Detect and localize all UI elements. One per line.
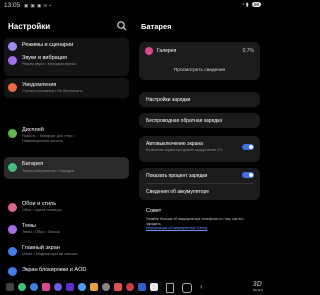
recent-apps-icon[interactable] — [166, 283, 174, 293]
themes-icon — [8, 225, 17, 234]
notifications-icon — [8, 83, 17, 92]
auto-lock-toggle[interactable] — [242, 144, 254, 150]
search-icon[interactable] — [116, 20, 128, 32]
wallpaper-icon — [8, 203, 17, 212]
settings-title: Настройки — [8, 22, 51, 31]
messages-icon[interactable] — [30, 283, 38, 291]
display-icon — [8, 129, 17, 138]
battery-detail-panel: Батарея Галерея 0,7% Просмотреть сведени… — [135, 12, 265, 279]
phone-icon[interactable] — [18, 283, 26, 291]
settings-item-battery[interactable]: Батарея Энергосбережение • Зарядка — [4, 157, 129, 179]
status-notification-icons: ▣ ▣ ▣ ✉ • — [24, 3, 52, 8]
advice-title: Совет — [146, 208, 162, 214]
gallery-percent: 0,7% — [242, 48, 254, 54]
settings-app-icon[interactable] — [102, 283, 110, 291]
app-icon-7[interactable] — [150, 283, 158, 291]
gallery-icon[interactable] — [42, 283, 50, 291]
sound-icon — [8, 56, 17, 65]
app-icon-4[interactable] — [114, 283, 122, 291]
settings-item-notifications[interactable]: Уведомления — [22, 82, 56, 88]
battery-settings-icon — [8, 163, 17, 172]
app-icon-6[interactable] — [138, 283, 146, 291]
apps-icon[interactable] — [6, 283, 14, 291]
battery-title: Батарея — [141, 22, 172, 31]
wifi-icon: ◔ — [241, 2, 245, 8]
show-percent-label: Показать процент зарядки — [146, 173, 208, 179]
settings-group-2: Уведомления Строка состояния • Не беспок… — [4, 78, 129, 98]
view-details-button[interactable]: Просмотреть сведения — [139, 68, 260, 73]
battery-options-card: Показать процент зарядки Сведения об акк… — [139, 168, 260, 200]
settings-list-panel: Настройки Режимы и сценарии Звуки и вибр… — [0, 12, 133, 279]
status-bar: 13:05 ▣ ▣ ▣ ✉ • ◔ ▮ 80 — [0, 0, 265, 12]
battery-icon: 80 — [251, 2, 261, 7]
advice-text: Узнайте больше об аккумуляторе телефона … — [146, 217, 244, 226]
app-icon-1[interactable] — [66, 283, 74, 291]
charging-settings-row[interactable]: Настройки зарядки — [139, 92, 260, 107]
settings-item-lock-screen[interactable]: Экран блокировки и AOD — [4, 264, 129, 278]
status-time: 13:05 — [4, 2, 21, 9]
settings-item-themes[interactable]: Темы Темы • Обои • Значки — [4, 220, 129, 240]
home-icon[interactable] — [182, 283, 192, 293]
gallery-app-icon — [145, 47, 153, 55]
battery-usage-card: Галерея 0,7% Просмотреть сведения — [139, 42, 260, 80]
bottom-navbar: ‹ 3D NEWS — [0, 279, 265, 295]
settings-item-display[interactable]: Дисплей Яркость • Комфорт для глаз • Нав… — [4, 124, 129, 149]
watermark-logo: 3D NEWS — [252, 281, 263, 292]
settings-item-modes[interactable]: Режимы и сценарии — [22, 42, 73, 48]
gallery-label: Галерея — [157, 48, 177, 54]
back-icon[interactable]: ‹ — [200, 283, 208, 291]
lock-screen-icon — [8, 267, 17, 276]
settings-group-1: Режимы и сценарии Звуки и вибрация Режим… — [4, 38, 129, 76]
signal-icon: ▮ — [245, 2, 249, 8]
show-percent-toggle[interactable] — [242, 172, 254, 178]
settings-item-wallpaper[interactable]: Обои и стиль Обои • Цвета палитры — [4, 198, 129, 218]
about-battery-row[interactable]: Сведения об аккумуляторе — [146, 189, 209, 195]
advice-link[interactable]: Информация об аккумуляторе Galaxy — [146, 226, 207, 231]
modes-icon — [8, 42, 17, 51]
settings-item-home-screen[interactable]: Главный экран Макет • Индикаторы на знач… — [4, 242, 129, 262]
camera-icon[interactable] — [54, 283, 62, 291]
home-screen-icon — [8, 247, 17, 256]
app-icon-3[interactable] — [90, 283, 98, 291]
app-icon-5[interactable] — [126, 283, 134, 291]
wireless-reverse-charging-row[interactable]: Беспроводная обратная зарядка — [139, 113, 260, 128]
settings-item-sound[interactable]: Звуки и вибрация — [22, 55, 67, 61]
auto-lock-row[interactable]: Автовыключение экрана Включение экрана п… — [139, 136, 260, 162]
status-right: ◔ ▮ 80 — [241, 2, 261, 8]
app-icon-2[interactable] — [78, 283, 86, 291]
